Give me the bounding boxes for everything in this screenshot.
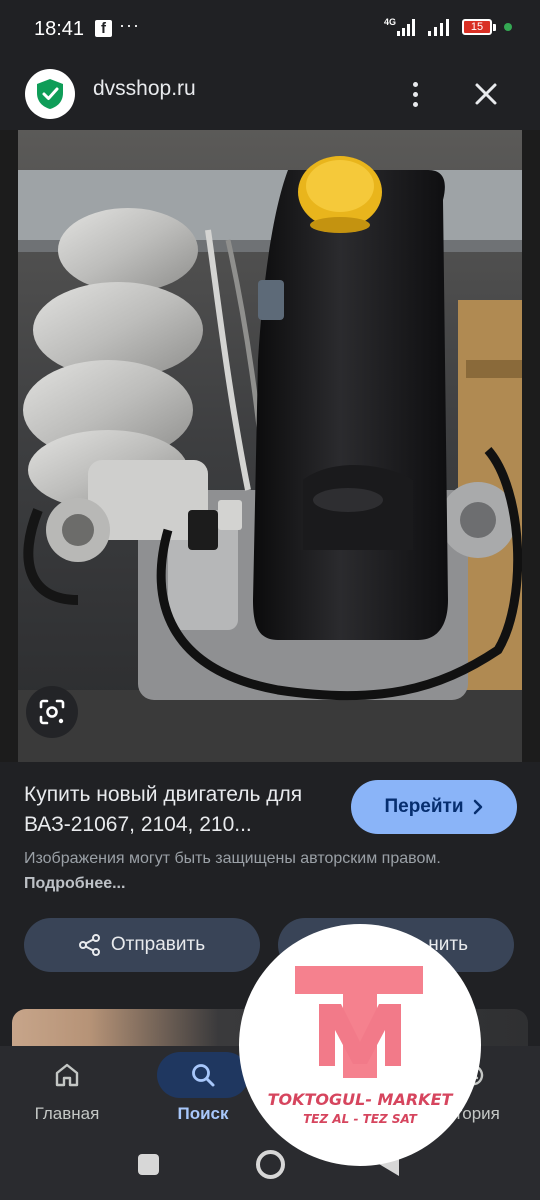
watermark-slogan: TEZ AL - TEZ SAT xyxy=(303,1112,417,1126)
copyright-notice: Изображения могут быть защищены авторски… xyxy=(24,846,494,896)
result-title[interactable]: Купить новый двигатель для ВАЗ-21067, 21… xyxy=(24,780,334,840)
share-button-label: Отправить xyxy=(110,934,206,955)
share-icon xyxy=(78,934,100,956)
shield-check-icon xyxy=(37,79,63,109)
status-indicators: 4G 15 xyxy=(384,16,512,38)
home-icon xyxy=(55,1063,79,1087)
share-button[interactable]: Отправить xyxy=(24,918,260,972)
watermark-brand: TOKTOGUL- MARKET xyxy=(267,1090,453,1109)
google-lens-icon xyxy=(39,699,65,725)
nav-home[interactable]: Главная xyxy=(7,1052,127,1124)
recents-button[interactable] xyxy=(138,1154,159,1175)
engine-illustration xyxy=(18,130,522,762)
network-type-label: 4G xyxy=(384,17,396,27)
search-icon xyxy=(192,1064,215,1087)
battery-icon: 15 xyxy=(462,19,496,35)
chevron-right-icon xyxy=(473,799,482,815)
battery-level: 15 xyxy=(462,19,492,35)
site-favicon xyxy=(25,69,75,119)
visit-button[interactable]: Перейти xyxy=(351,780,517,834)
watermark-logo: TOKTOGUL- MARKET TEZ AL - TEZ SAT xyxy=(239,924,481,1166)
google-lens-button[interactable] xyxy=(26,686,78,738)
copyright-text: Изображения могут быть защищены авторски… xyxy=(24,850,441,867)
more-vert-icon[interactable] xyxy=(400,76,430,112)
signal-strength-icon xyxy=(428,19,449,36)
nav-home-label: Главная xyxy=(34,1104,100,1123)
privacy-indicator-dot xyxy=(504,23,512,31)
viewer-header: dvsshop.ru xyxy=(0,58,540,130)
system-navigation-bar xyxy=(0,1142,540,1200)
visit-button-label: Перейти xyxy=(384,796,464,817)
engine-photo[interactable] xyxy=(18,130,522,762)
image-viewer xyxy=(0,130,540,762)
mobile-signal-4g-icon: 4G xyxy=(384,17,415,36)
learn-more-link[interactable]: Подробнее... xyxy=(24,875,125,892)
home-button[interactable] xyxy=(256,1150,285,1179)
close-icon[interactable] xyxy=(466,74,506,114)
status-time: 18:41 xyxy=(34,18,85,40)
facebook-notification-icon: f xyxy=(95,20,112,37)
site-domain[interactable]: dvsshop.ru xyxy=(93,77,196,101)
tm-logo-mark xyxy=(295,966,423,1078)
more-notifications-icon: ··· xyxy=(119,15,140,35)
status-bar: 18:41 f ··· 4G 15 xyxy=(0,0,540,58)
